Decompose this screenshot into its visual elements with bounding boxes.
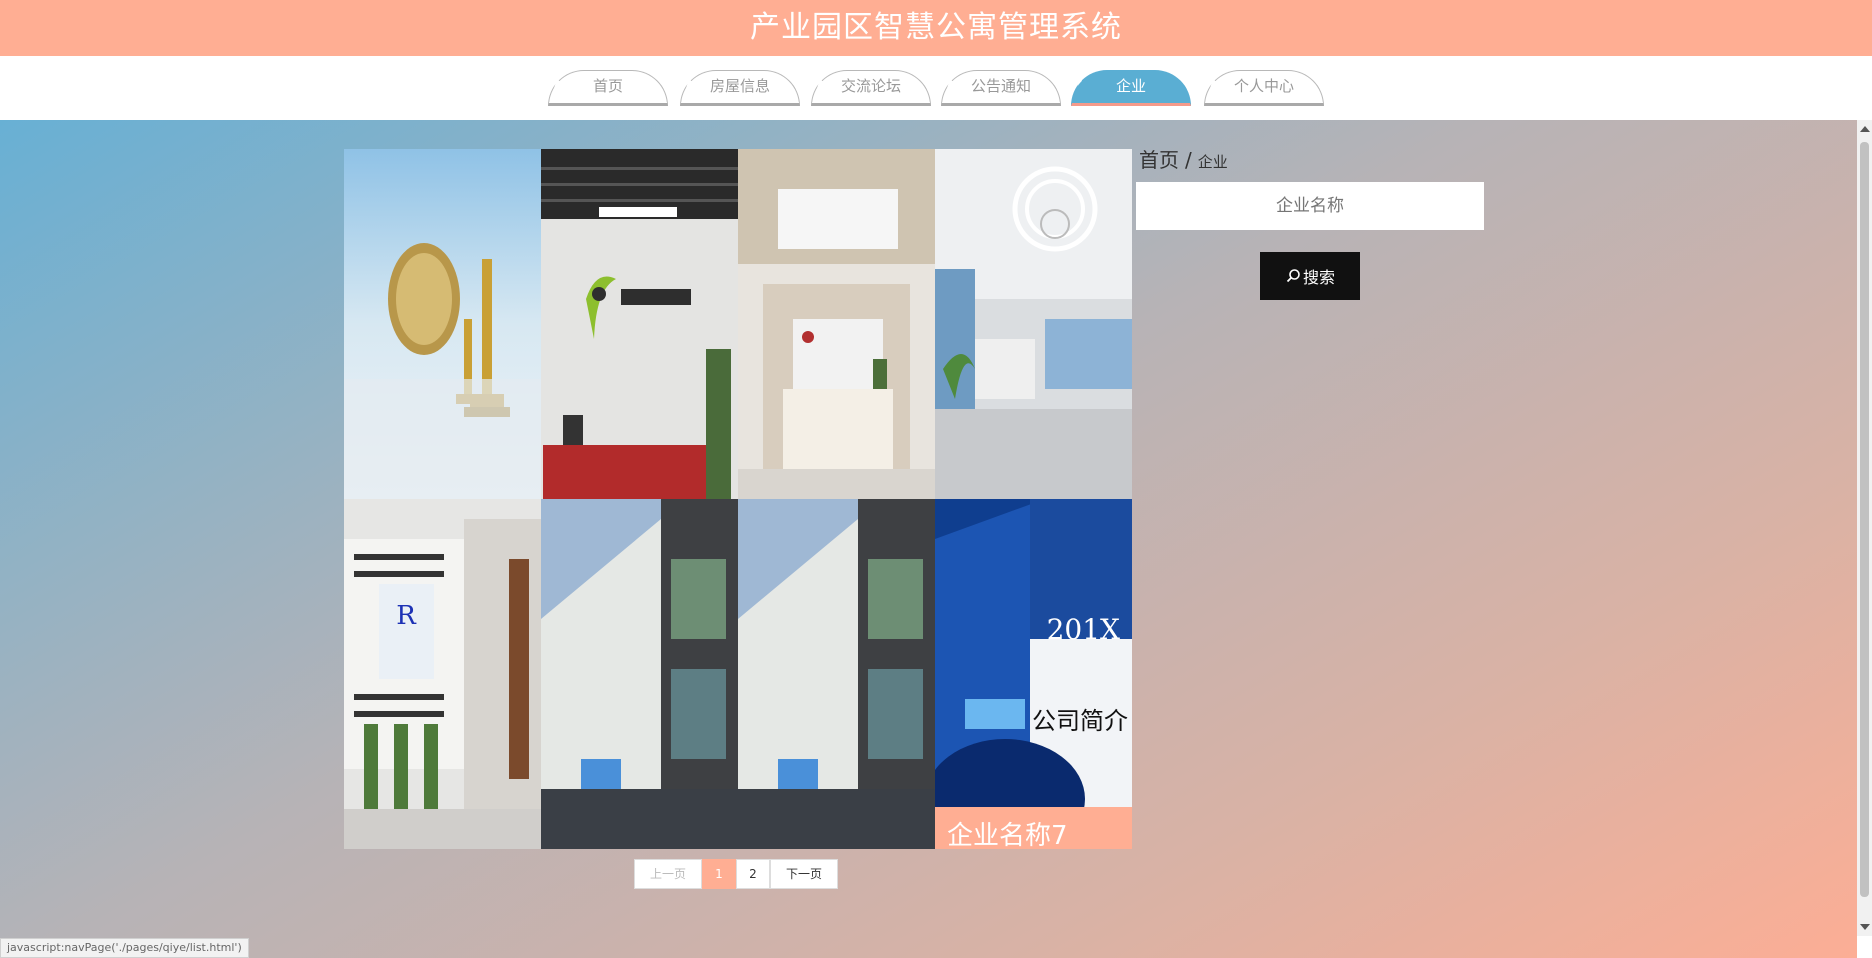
nav-item-home[interactable]: 首页 <box>548 70 668 106</box>
search-button[interactable]: 搜索 <box>1260 252 1360 300</box>
content-area: R 201X 公司简介 企业名称7 首页 / 企业 企业名称 搜索 上一页 1 … <box>0 120 1857 958</box>
company-card[interactable] <box>541 499 738 849</box>
nav-item-housing[interactable]: 房屋信息 <box>680 70 800 106</box>
scroll-down-icon[interactable] <box>1860 924 1870 930</box>
vertical-scrollbar[interactable] <box>1857 120 1872 936</box>
svg-text:公司简介: 公司简介 <box>1032 707 1128 735</box>
breadcrumb: 首页 / 企业 <box>1139 144 1228 173</box>
company-card[interactable] <box>344 149 541 499</box>
status-bar: javascript:navPage('./pages/qiye/list.ht… <box>0 938 249 958</box>
company-card-caption[interactable]: 企业名称7 <box>935 807 1132 849</box>
search-icon <box>1286 269 1300 283</box>
company-image-hallway: R <box>344 499 541 849</box>
scroll-thumb[interactable] <box>1860 142 1869 897</box>
company-card[interactable] <box>541 149 738 499</box>
svg-text:201X: 201X <box>1047 613 1120 646</box>
company-card[interactable] <box>738 149 935 499</box>
prev-page-button[interactable]: 上一页 <box>634 859 702 889</box>
company-grid: R 201X 公司简介 企业名称7 <box>344 149 1134 849</box>
company-image-circle-lobby <box>935 149 1132 499</box>
breadcrumb-current: 企业 <box>1197 153 1228 171</box>
pagination: 上一页 1 2 下一页 <box>634 859 838 889</box>
nav-item-profile[interactable]: 个人中心 <box>1204 70 1324 106</box>
company-name-input[interactable] <box>1136 182 1484 230</box>
company-card[interactable] <box>738 499 935 849</box>
scroll-up-icon[interactable] <box>1860 126 1870 132</box>
main-nav: 首页 房屋信息 交流论坛 公告通知 企业 个人中心 <box>0 56 1872 120</box>
page-title: 产业园区智慧公寓管理系统 <box>0 0 1872 56</box>
nav-item-forum[interactable]: 交流论坛 <box>811 70 931 106</box>
nav-item-notice[interactable]: 公告通知 <box>941 70 1061 106</box>
breadcrumb-home[interactable]: 首页 <box>1139 148 1179 172</box>
company-card[interactable]: 201X 公司简介 企业名称7 <box>935 499 1132 849</box>
company-card[interactable] <box>935 149 1132 499</box>
svg-text:R: R <box>396 601 417 631</box>
company-image-chess <box>344 149 541 499</box>
company-image-lobby <box>738 149 935 499</box>
nav-item-company[interactable]: 企业 <box>1071 70 1191 106</box>
breadcrumb-separator: / <box>1185 148 1192 172</box>
search-button-label: 搜索 <box>1302 270 1335 287</box>
page-button-2[interactable]: 2 <box>736 859 770 889</box>
company-image-reception <box>541 149 738 499</box>
page-button-1[interactable]: 1 <box>702 859 736 889</box>
company-image-profile-cover: 201X 公司简介 <box>935 499 1132 849</box>
company-image-building <box>738 499 935 849</box>
next-page-button[interactable]: 下一页 <box>770 859 838 889</box>
company-card[interactable]: R <box>344 499 541 849</box>
company-image-building <box>541 499 738 849</box>
